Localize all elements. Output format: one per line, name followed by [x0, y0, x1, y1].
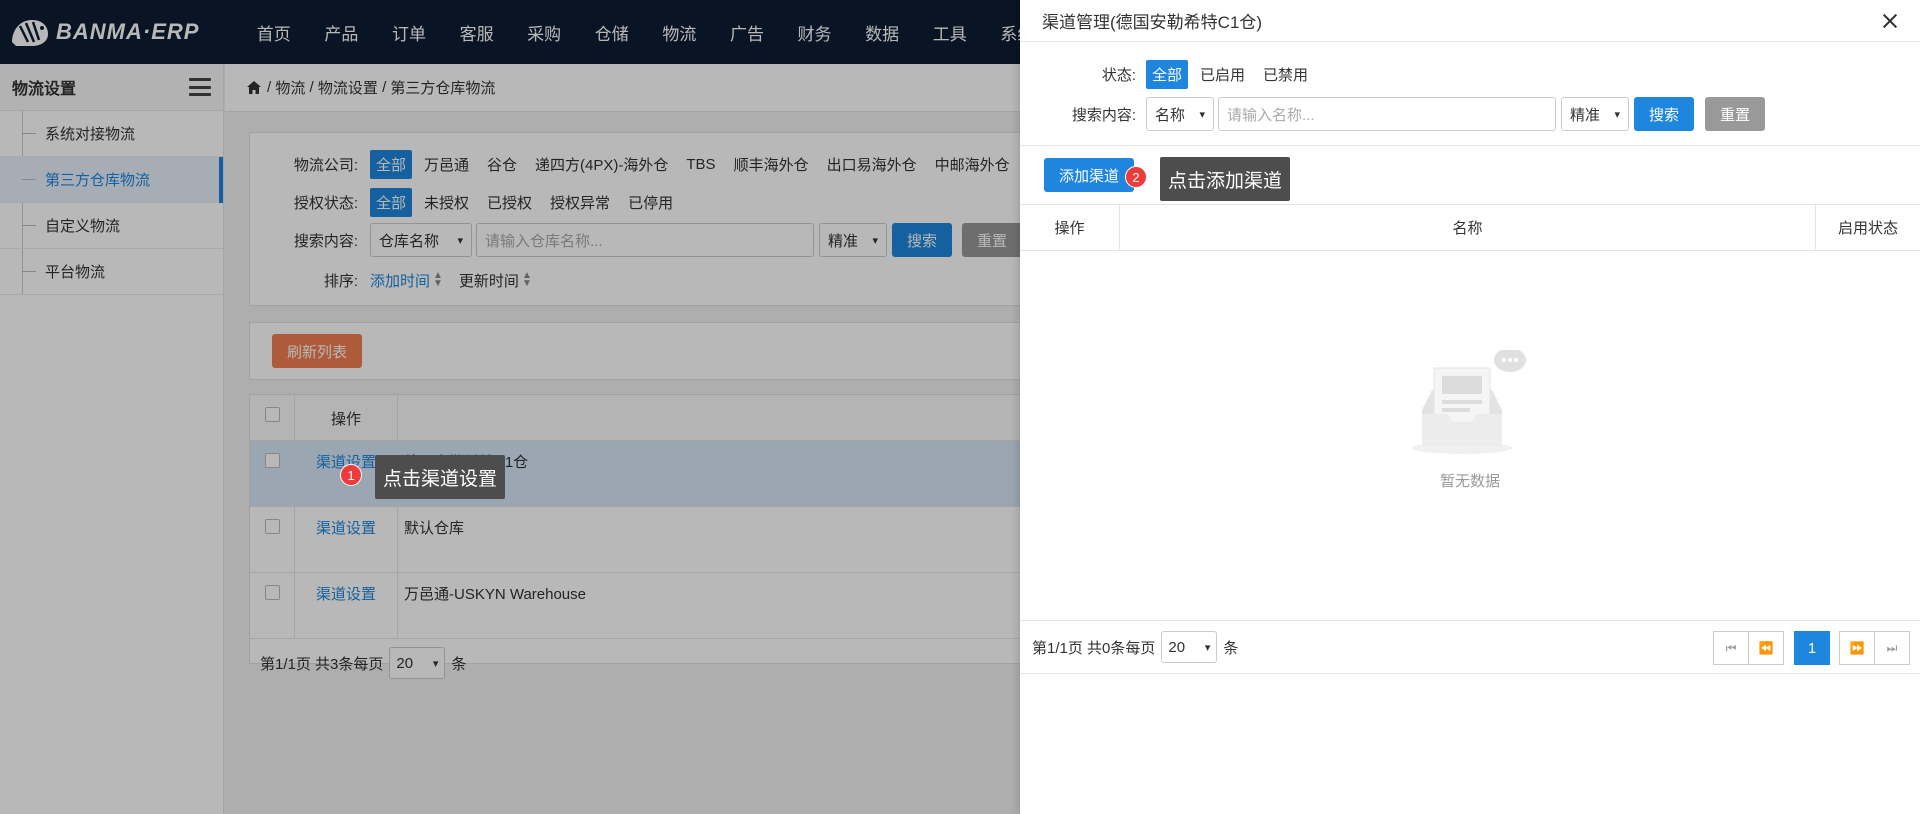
- add-channel-button[interactable]: 添加渠道: [1044, 158, 1134, 192]
- drawer-reset-button[interactable]: 重置: [1705, 97, 1765, 131]
- close-icon[interactable]: [1882, 13, 1898, 29]
- empty-state: 暂无数据: [1020, 350, 1920, 491]
- modal-backdrop[interactable]: [0, 0, 1020, 814]
- drawer-field-value: 名称: [1155, 106, 1186, 124]
- pager-unit: 条: [1223, 639, 1239, 657]
- prev-page-icon[interactable]: ⏪: [1748, 631, 1784, 665]
- channel-search-input[interactable]: 请输入名称...: [1218, 97, 1556, 131]
- tooltip-step-2: 点击添加渠道: [1160, 157, 1291, 201]
- drawer-search-row: 搜索内容: 名称 ▾ 请输入名称... 精准 ▾ 搜索 重置: [1020, 97, 1765, 131]
- drawer-title: 渠道管理(德国安勒希特C1仓): [1042, 13, 1263, 32]
- channel-management-drawer: 渠道管理(德国安勒希特C1仓) 状态: 全部 已启用 已禁用 搜索内容: 名称 …: [1020, 0, 1920, 814]
- page-number-current[interactable]: 1: [1794, 631, 1830, 665]
- column-header-name: 名称: [1120, 205, 1816, 250]
- filter-label: 状态:: [1101, 67, 1136, 84]
- first-page-icon[interactable]: ⏮: [1713, 631, 1749, 665]
- pager-summary: 第1/1页 共0条每页: [1032, 639, 1156, 657]
- drawer-toolbar: 添加渠道: [1020, 145, 1920, 205]
- filter-label: 搜索内容:: [1071, 106, 1136, 124]
- chevron-down-icon: ▾: [1204, 641, 1211, 654]
- drawer-match-select[interactable]: 精准 ▾: [1561, 97, 1629, 131]
- drawer-search-button[interactable]: 搜索: [1634, 97, 1694, 131]
- drawer-header: 渠道管理(德国安勒希特C1仓): [1020, 0, 1920, 42]
- step-badge-1: 1: [340, 464, 362, 486]
- status-chip[interactable]: 已启用: [1194, 60, 1251, 89]
- per-page-value: 20: [1168, 638, 1186, 656]
- status-filter-row: 状态: 全部 已启用 已禁用: [1020, 60, 1320, 89]
- chevron-down-icon: ▾: [1614, 108, 1620, 121]
- empty-text: 暂无数据: [1439, 473, 1500, 490]
- tooltip-step-1: 点击渠道设置: [375, 455, 506, 499]
- drawer-field-select[interactable]: 名称 ▾: [1146, 97, 1214, 131]
- empty-inbox-icon: [1412, 350, 1526, 454]
- last-page-icon[interactable]: ⏭: [1874, 631, 1910, 665]
- pagination-buttons: ⏮ ⏪ 1 ⏩ ⏭: [1713, 631, 1910, 665]
- per-page-select[interactable]: 20 ▾: [1161, 631, 1218, 663]
- status-chip[interactable]: 已禁用: [1257, 60, 1314, 89]
- drawer-pager: 第1/1页 共0条每页 20 ▾ 条 ⏮ ⏪ 1 ⏩ ⏭: [1020, 620, 1920, 674]
- drawer-table-header: 操作 名称 启用状态: [1020, 205, 1920, 251]
- status-chip[interactable]: 全部: [1146, 60, 1189, 89]
- drawer-match-value: 精准: [1570, 106, 1601, 124]
- next-page-icon[interactable]: ⏩: [1839, 631, 1875, 665]
- column-header-op: 操作: [1020, 205, 1120, 250]
- column-header-status: 启用状态: [1837, 220, 1898, 237]
- chevron-down-icon: ▾: [1199, 108, 1205, 121]
- step-badge-2: 2: [1125, 166, 1147, 188]
- pager-info: 第1/1页 共0条每页 20 ▾ 条: [1032, 631, 1238, 663]
